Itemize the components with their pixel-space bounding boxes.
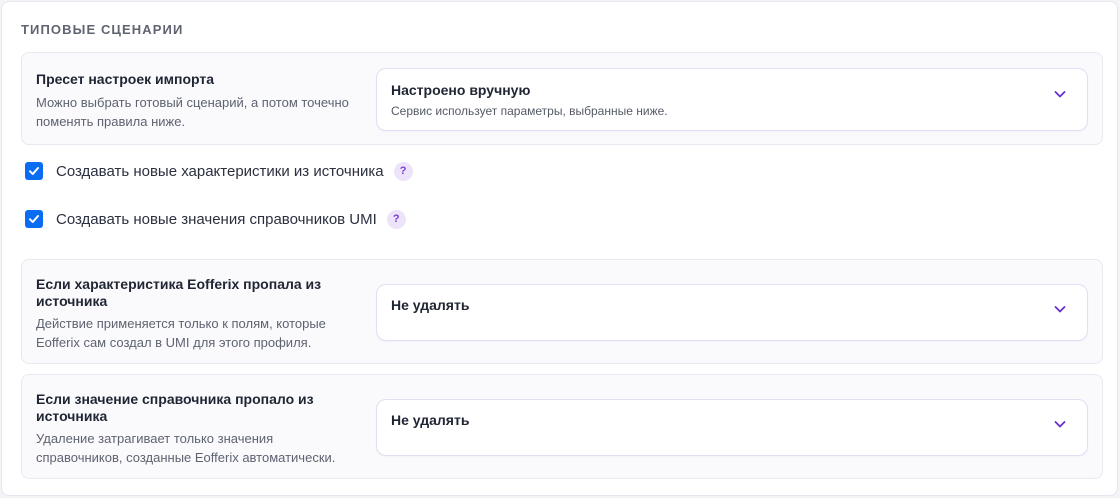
chevron-down-icon <box>1054 306 1066 313</box>
typical-scenarios-panel: ТИПОВЫЕ СЦЕНАРИИ Пресет настроек импорта… <box>1 1 1118 496</box>
create-reference-values-label: Создавать новые значения справочников UM… <box>56 210 377 228</box>
missing-characteristic-label-group: Если характеристика Eofferix пропала из … <box>36 276 358 352</box>
checkmark-icon <box>29 215 39 223</box>
chevron-down-icon <box>1054 421 1066 428</box>
preset-help-text: Можно выбрать готовый сценарий, а потом … <box>36 95 349 129</box>
preset-label-group: Пресет настроек импорта Можно выбрать го… <box>36 71 358 131</box>
missing-characteristic-row: Если характеристика Eofferix пропала из … <box>21 259 1103 364</box>
missing-characteristic-help-text: Действие применяется только к полям, кот… <box>36 316 326 350</box>
create-characteristics-label: Создавать новые характеристики из источн… <box>56 162 384 180</box>
preset-select-description: Сервис использует параметры, выбранные н… <box>391 104 668 118</box>
missing-characteristic-select[interactable]: Не удалять <box>376 284 1088 341</box>
create-reference-values-row: Создавать новые значения справочников UM… <box>25 209 406 229</box>
preset-row: Пресет настроек импорта Можно выбрать го… <box>21 52 1103 145</box>
preset-select-value: Настроено вручную <box>391 82 531 98</box>
create-reference-values-checkbox[interactable] <box>25 210 43 228</box>
preset-label: Пресет настроек импорта <box>36 71 215 87</box>
missing-characteristic-select-value: Не удалять <box>391 297 470 313</box>
missing-reference-select-value: Не удалять <box>391 412 470 428</box>
missing-reference-select[interactable]: Не удалять <box>376 399 1088 456</box>
help-question-icon[interactable]: ? <box>393 161 413 181</box>
checkmark-icon <box>29 167 39 175</box>
missing-reference-row: Если значение справочника пропало из ист… <box>21 374 1103 479</box>
section-title: ТИПОВЫЕ СЦЕНАРИИ <box>21 22 184 37</box>
create-characteristics-checkbox[interactable] <box>25 162 43 180</box>
missing-characteristic-label: Если характеристика Eofferix пропала из … <box>36 276 322 309</box>
create-characteristics-row: Создавать новые характеристики из источн… <box>25 161 413 181</box>
missing-reference-label-group: Если значение справочника пропало из ист… <box>36 391 358 467</box>
missing-reference-label: Если значение справочника пропало из ист… <box>36 391 314 424</box>
chevron-down-icon <box>1054 91 1066 98</box>
help-question-icon[interactable]: ? <box>386 209 406 229</box>
missing-reference-help-text: Удаление затрагивает только значения спр… <box>36 431 336 465</box>
preset-select[interactable]: Настроено вручную Сервис использует пара… <box>376 68 1088 131</box>
